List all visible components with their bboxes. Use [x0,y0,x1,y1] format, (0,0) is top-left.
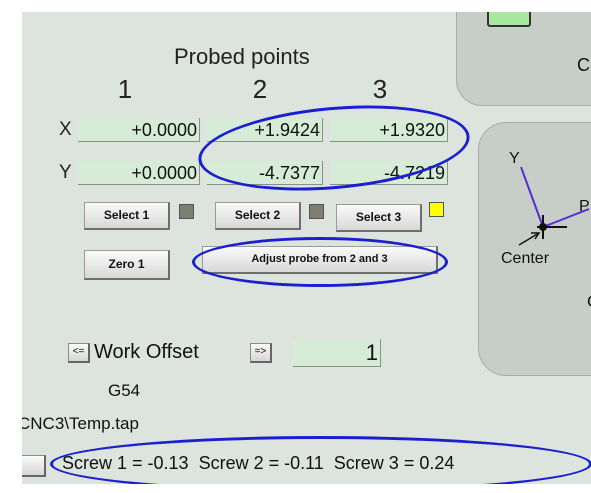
select-2-button[interactable]: Select 2 [215,202,301,230]
center-arrow [518,232,540,246]
zero-1-button[interactable]: Zero 1 [84,250,170,280]
probe-diagram: Y P Center C [501,150,591,311]
diagram-y-label: Y [509,150,520,167]
column-3-header: 3 [372,74,388,104]
work-offset-field[interactable]: 1 [293,339,381,367]
select-3-button[interactable]: Select 3 [336,204,422,232]
y-axis-line [520,166,544,228]
column-1-header: 1 [117,74,133,104]
file-path: CNC3\Temp.tap [22,414,139,433]
green-button[interactable] [487,12,531,27]
select-3-led [429,202,444,217]
probed-points-title: Probed points [174,44,310,69]
select-1-button[interactable]: Select 1 [84,202,170,230]
y1-field[interactable]: +0.0000 [78,161,200,185]
select-1-led [179,204,194,219]
right-top-letter-c: C [577,55,590,75]
annotation-ellipse-adjust [192,237,448,287]
y-row-label: Y [59,162,72,183]
diagram-center-label: Center [501,250,550,267]
diagram-c-label: C [587,292,591,311]
x-row-label: X [59,119,72,140]
x1-field[interactable]: +0.0000 [78,118,200,142]
work-offset-code: G54 [108,381,141,400]
truncated-button[interactable] [22,455,46,477]
column-2-header: 2 [252,74,268,104]
work-offset-label: Work Offset [94,341,199,363]
select-2-led [309,204,324,219]
offset-next-button[interactable]: => [250,343,272,363]
probe-panel: Probed points 1 2 3 X Y +0.0000 +1.9424 … [22,12,591,484]
diagram-p-label: P [579,198,590,215]
annotation-ellipse-screws [50,436,591,484]
diagram-panel: Y P Center C [478,122,591,376]
center-dot [539,223,547,231]
right-top-panel: C [456,12,591,106]
offset-prev-button[interactable]: <= [68,343,90,363]
